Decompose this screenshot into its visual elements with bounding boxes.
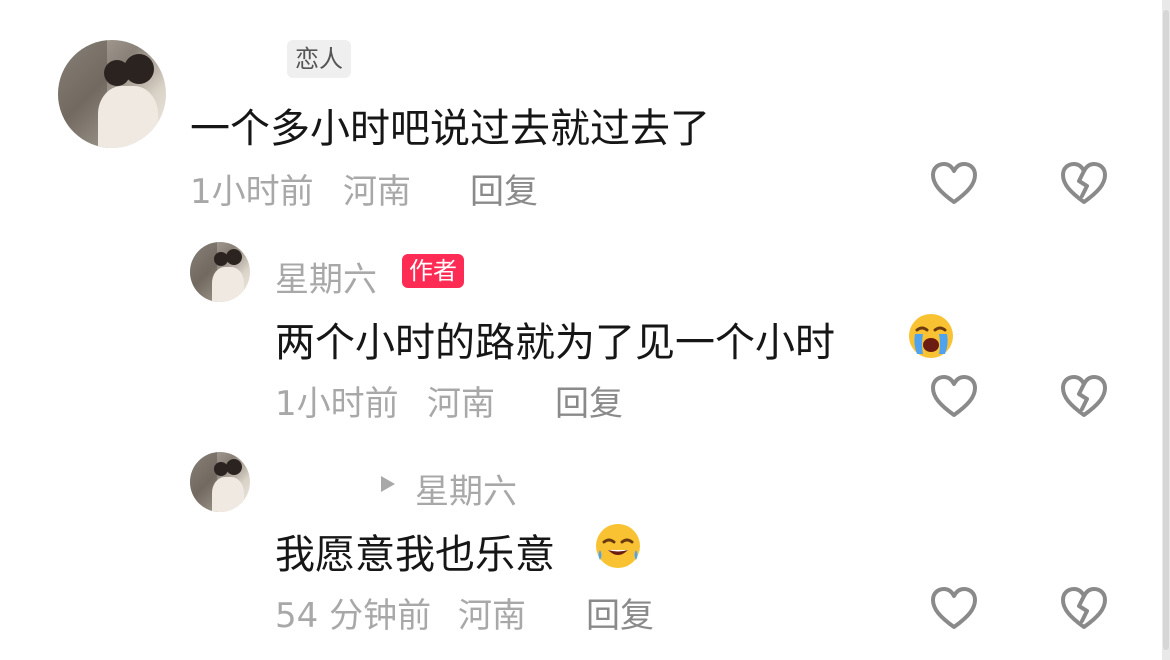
relationship-tag: 恋人 — [287, 40, 351, 78]
avatar[interactable] — [190, 452, 250, 512]
comment-location: 河南 — [343, 172, 411, 212]
comment-location: 河南 — [458, 596, 526, 636]
broken-heart-icon[interactable] — [1060, 375, 1108, 419]
reply-to-name[interactable]: 星期六 — [415, 464, 517, 513]
comment-text: 我愿意我也乐意 — [275, 532, 555, 578]
reply-button[interactable]: 回复 — [555, 376, 623, 425]
avatar[interactable] — [190, 242, 250, 302]
heart-outline-icon[interactable] — [930, 587, 978, 631]
author-tag: 作者 — [402, 254, 464, 288]
comment-time: 1小时前 — [190, 172, 314, 212]
scrollbar-thumb[interactable] — [1163, 10, 1169, 650]
crying-face-emoji — [909, 314, 953, 358]
comment-text: 一个多小时吧说过去就过去了 — [190, 106, 710, 152]
broken-heart-icon[interactable] — [1060, 587, 1108, 631]
reply-button[interactable]: 回复 — [586, 588, 654, 637]
avatar[interactable] — [58, 40, 166, 148]
heart-outline-icon[interactable] — [930, 375, 978, 419]
comment-location: 河南 — [427, 384, 495, 424]
play-triangle-icon — [381, 476, 395, 492]
comment-text: 两个小时的路就为了见一个小时 — [275, 320, 835, 366]
heart-outline-icon[interactable] — [930, 162, 978, 206]
broken-heart-icon[interactable] — [1060, 162, 1108, 206]
scrollbar-track[interactable] — [1162, 0, 1170, 660]
comment-time: 54 分钟前 — [275, 596, 432, 636]
comment-thread: 恋人 一个多小时吧说过去就过去了 1小时前 河南 回复 星期六 作者 两个小时的… — [0, 0, 1170, 660]
grinning-sweat-emoji — [596, 524, 640, 568]
comment-time: 1小时前 — [275, 384, 399, 424]
reply-button[interactable]: 回复 — [470, 164, 538, 213]
reply-author-name[interactable]: 星期六 — [275, 252, 377, 301]
